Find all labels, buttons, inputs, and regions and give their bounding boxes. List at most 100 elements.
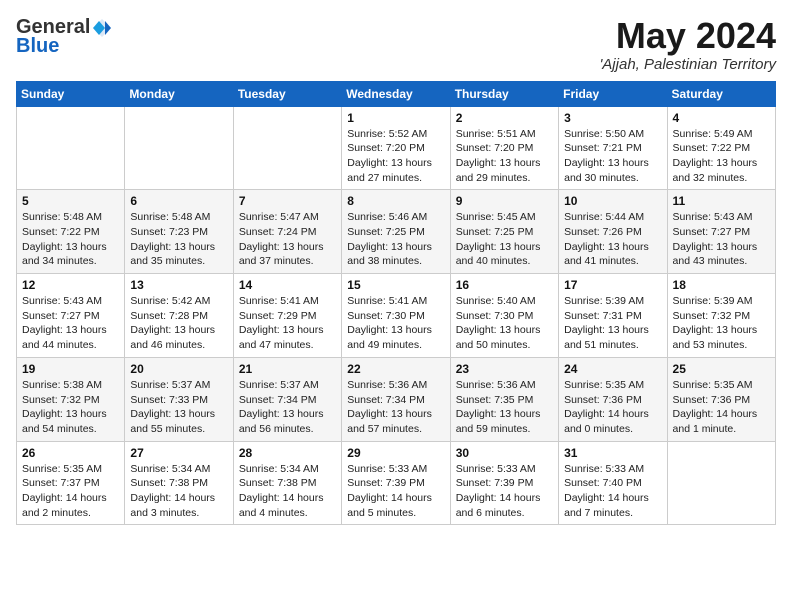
day-number: 6 [130,194,227,208]
calendar-cell: 7Sunrise: 5:47 AM Sunset: 7:24 PM Daylig… [233,190,341,274]
day-number: 19 [22,362,119,376]
calendar-cell: 30Sunrise: 5:33 AM Sunset: 7:39 PM Dayli… [450,441,558,525]
calendar-cell: 28Sunrise: 5:34 AM Sunset: 7:38 PM Dayli… [233,441,341,525]
day-info: Sunrise: 5:39 AM Sunset: 7:32 PM Dayligh… [673,294,770,353]
calendar-cell: 22 Sunrise: 5:36 AM Sunset: 7:34 PM Dayli… [342,357,450,441]
day-info: Sunrise: 5:43 AM Sunset: 7:27 PM Dayligh… [673,210,770,269]
calendar-cell [667,441,775,525]
day-info: Sunrise: 5:33 AM Sunset: 7:40 PM Dayligh… [564,462,661,521]
day-number: 22 [347,362,444,376]
calendar-cell: 10 Sunrise: 5:44 AM Sunset: 7:26 PM Dayli… [559,190,667,274]
day-number: 27 [130,446,227,460]
calendar-cell: 31 Sunrise: 5:33 AM Sunset: 7:40 PM Dayli… [559,441,667,525]
calendar-week-row: 19 Sunrise: 5:38 AM Sunset: 7:32 PM Dayli… [17,357,776,441]
calendar-cell: 11 Sunrise: 5:43 AM Sunset: 7:27 PM Dayli… [667,190,775,274]
calendar-week-row: 5 Sunrise: 5:48 AM Sunset: 7:22 PM Daylig… [17,190,776,274]
calendar-cell: 18 Sunrise: 5:39 AM Sunset: 7:32 PM Dayli… [667,274,775,358]
day-number: 29 [347,446,444,460]
calendar-cell: 15 Sunrise: 5:41 AM Sunset: 7:30 PM Dayli… [342,274,450,358]
calendar-cell: 12 Sunrise: 5:43 AM Sunset: 7:27 PM Dayli… [17,274,125,358]
day-info: Sunrise: 5:34 AM Sunset: 7:38 PM Dayligh… [130,462,227,521]
day-number: 10 [564,194,661,208]
calendar-cell: 17 Sunrise: 5:39 AM Sunset: 7:31 PM Dayli… [559,274,667,358]
day-info: Sunrise: 5:39 AM Sunset: 7:31 PM Dayligh… [564,294,661,353]
day-number: 24 [564,362,661,376]
column-header-thursday: Thursday [450,81,558,106]
day-number: 2 [456,111,553,125]
calendar-cell: 3 Sunrise: 5:50 AM Sunset: 7:21 PM Daylig… [559,106,667,190]
calendar-week-row: 26 Sunrise: 5:35 AM Sunset: 7:37 PM Dayli… [17,441,776,525]
day-info: Sunrise: 5:40 AM Sunset: 7:30 PM Dayligh… [456,294,553,353]
column-header-saturday: Saturday [667,81,775,106]
calendar-cell [233,106,341,190]
day-number: 12 [22,278,119,292]
day-number: 25 [673,362,770,376]
calendar-cell [125,106,233,190]
day-info: Sunrise: 5:48 AM Sunset: 7:23 PM Dayligh… [130,210,227,269]
day-info: Sunrise: 5:51 AM Sunset: 7:20 PM Dayligh… [456,127,553,186]
day-number: 30 [456,446,553,460]
day-number: 5 [22,194,119,208]
day-info: Sunrise: 5:50 AM Sunset: 7:21 PM Dayligh… [564,127,661,186]
day-number: 7 [239,194,336,208]
day-number: 17 [564,278,661,292]
calendar-cell: 5 Sunrise: 5:48 AM Sunset: 7:22 PM Daylig… [17,190,125,274]
day-number: 3 [564,111,661,125]
day-number: 9 [456,194,553,208]
calendar-cell [17,106,125,190]
page-header: General Blue May 2024 'Ajjah, Palestinia… [16,16,776,73]
calendar-cell: 2 Sunrise: 5:51 AM Sunset: 7:20 PM Daylig… [450,106,558,190]
day-number: 21 [239,362,336,376]
calendar-cell: 26 Sunrise: 5:35 AM Sunset: 7:37 PM Dayli… [17,441,125,525]
day-info: Sunrise: 5:44 AM Sunset: 7:26 PM Dayligh… [564,210,661,269]
day-info: Sunrise: 5:48 AM Sunset: 7:22 PM Dayligh… [22,210,119,269]
calendar-cell: 20Sunrise: 5:37 AM Sunset: 7:33 PM Dayli… [125,357,233,441]
day-info: Sunrise: 5:33 AM Sunset: 7:39 PM Dayligh… [347,462,444,521]
day-info: Sunrise: 5:52 AM Sunset: 7:20 PM Dayligh… [347,127,444,186]
calendar-cell: 14 Sunrise: 5:41 AM Sunset: 7:29 PM Dayli… [233,274,341,358]
day-info: Sunrise: 5:36 AM Sunset: 7:35 PM Dayligh… [456,378,553,437]
day-info: Sunrise: 5:46 AM Sunset: 7:25 PM Dayligh… [347,210,444,269]
calendar-cell: 21Sunrise: 5:37 AM Sunset: 7:34 PM Dayli… [233,357,341,441]
day-info: Sunrise: 5:42 AM Sunset: 7:28 PM Dayligh… [130,294,227,353]
day-info: Sunrise: 5:45 AM Sunset: 7:25 PM Dayligh… [456,210,553,269]
calendar-cell: 9 Sunrise: 5:45 AM Sunset: 7:25 PM Daylig… [450,190,558,274]
calendar-cell: 13 Sunrise: 5:42 AM Sunset: 7:28 PM Dayli… [125,274,233,358]
day-number: 20 [130,362,227,376]
calendar-cell: 19 Sunrise: 5:38 AM Sunset: 7:32 PM Dayli… [17,357,125,441]
logo-blue: Blue [16,35,59,58]
calendar-week-row: 1Sunrise: 5:52 AM Sunset: 7:20 PM Daylig… [17,106,776,190]
column-header-wednesday: Wednesday [342,81,450,106]
day-number: 18 [673,278,770,292]
calendar-cell: 6 Sunrise: 5:48 AM Sunset: 7:23 PM Daylig… [125,190,233,274]
column-header-sunday: Sunday [17,81,125,106]
day-number: 13 [130,278,227,292]
month-title: May 2024 [599,16,776,56]
day-number: 28 [239,446,336,460]
day-info: Sunrise: 5:41 AM Sunset: 7:30 PM Dayligh… [347,294,444,353]
calendar-cell: 24 Sunrise: 5:35 AM Sunset: 7:36 PM Dayli… [559,357,667,441]
day-info: Sunrise: 5:35 AM Sunset: 7:37 PM Dayligh… [22,462,119,521]
calendar-cell: 25 Sunrise: 5:35 AM Sunset: 7:36 PM Dayli… [667,357,775,441]
calendar-cell: 29 Sunrise: 5:33 AM Sunset: 7:39 PM Dayli… [342,441,450,525]
day-number: 14 [239,278,336,292]
location: 'Ajjah, Palestinian Territory [599,56,776,73]
day-info: Sunrise: 5:36 AM Sunset: 7:34 PM Dayligh… [347,378,444,437]
day-number: 15 [347,278,444,292]
calendar-cell: 23Sunrise: 5:36 AM Sunset: 7:35 PM Dayli… [450,357,558,441]
column-header-monday: Monday [125,81,233,106]
calendar-cell: 27 Sunrise: 5:34 AM Sunset: 7:38 PM Dayli… [125,441,233,525]
title-block: May 2024 'Ajjah, Palestinian Territory [599,16,776,73]
day-number: 4 [673,111,770,125]
day-info: Sunrise: 5:35 AM Sunset: 7:36 PM Dayligh… [673,378,770,437]
day-info: Sunrise: 5:41 AM Sunset: 7:29 PM Dayligh… [239,294,336,353]
column-header-friday: Friday [559,81,667,106]
day-number: 11 [673,194,770,208]
day-info: Sunrise: 5:49 AM Sunset: 7:22 PM Dayligh… [673,127,770,186]
day-number: 31 [564,446,661,460]
day-info: Sunrise: 5:43 AM Sunset: 7:27 PM Dayligh… [22,294,119,353]
calendar-cell: 1Sunrise: 5:52 AM Sunset: 7:20 PM Daylig… [342,106,450,190]
day-number: 26 [22,446,119,460]
day-info: Sunrise: 5:35 AM Sunset: 7:36 PM Dayligh… [564,378,661,437]
day-info: Sunrise: 5:38 AM Sunset: 7:32 PM Dayligh… [22,378,119,437]
